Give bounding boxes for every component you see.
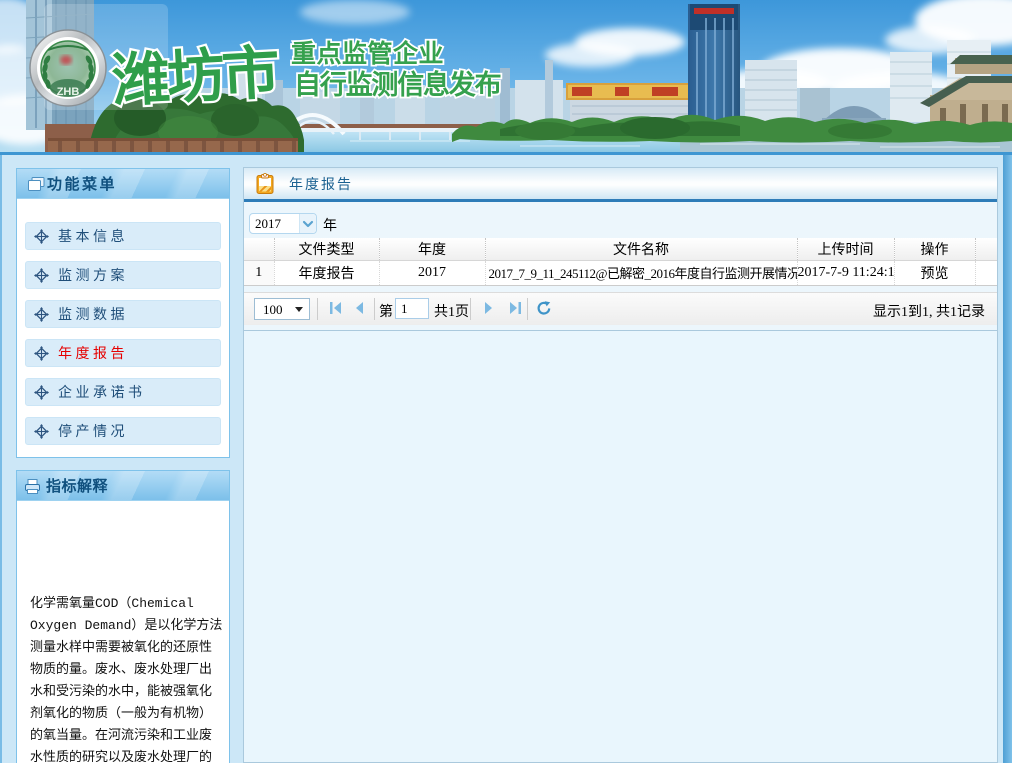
svg-text:ZHB: ZHB <box>57 86 80 98</box>
svg-text:潍坊市: 潍坊市 <box>110 40 280 114</box>
svg-text:重点监管企业: 重点监管企业 <box>291 39 444 68</box>
svg-text:自行监测信息发布: 自行监测信息发布 <box>294 69 501 100</box>
